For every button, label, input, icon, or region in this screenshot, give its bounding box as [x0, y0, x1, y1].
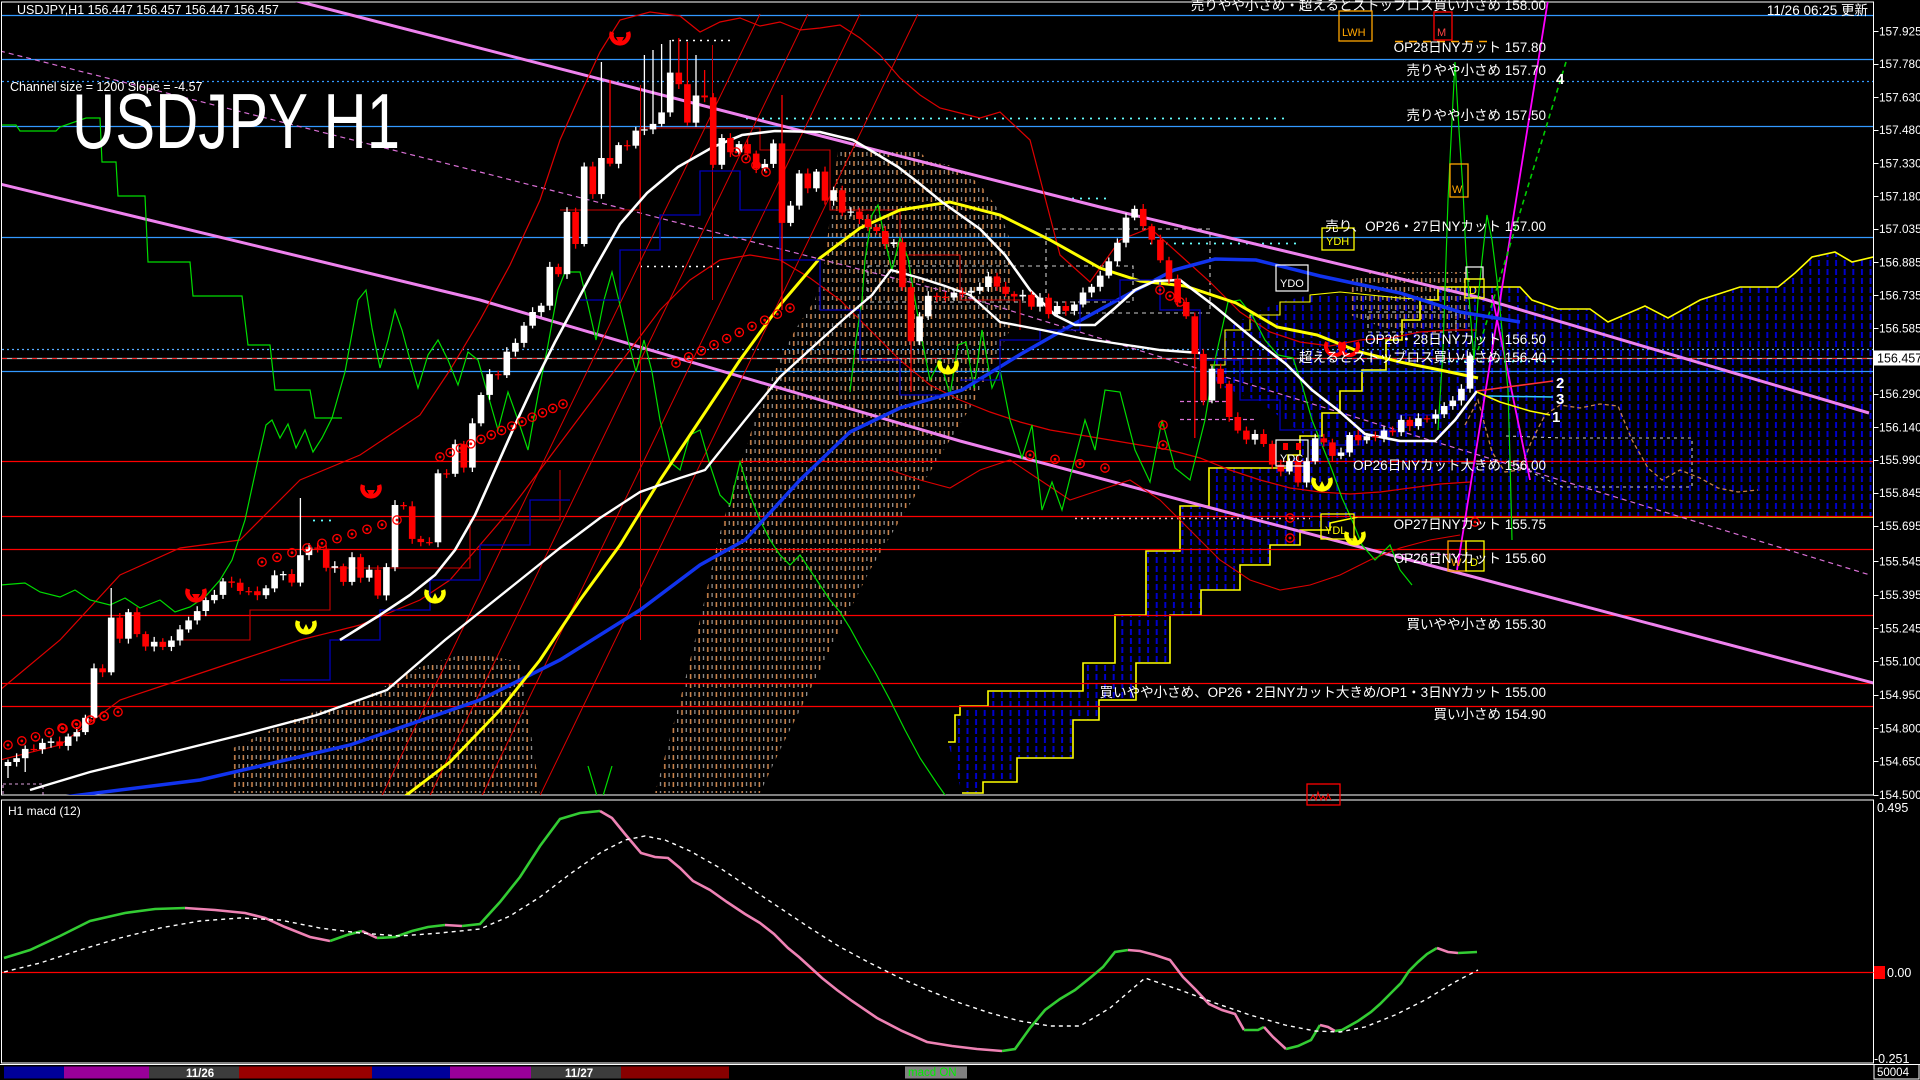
svg-text:買いやや小さめ 155.30: 買いやや小さめ 155.30: [1406, 617, 1546, 632]
svg-text:11/26: 11/26: [186, 1068, 214, 1080]
svg-text:154.950: 154.950: [1879, 688, 1920, 702]
svg-text:156.290: 156.290: [1879, 387, 1920, 401]
svg-text:売りやや小さめ 157.50: 売りやや小さめ 157.50: [1406, 108, 1546, 123]
svg-text:156.140: 156.140: [1879, 421, 1920, 435]
svg-text:H1 macd (12): H1 macd (12): [8, 804, 81, 818]
svg-text:-0.251: -0.251: [1874, 1052, 1909, 1066]
svg-text:0.00: 0.00: [1887, 966, 1911, 980]
svg-text:売りやや小さめ 157.70: 売りやや小さめ 157.70: [1406, 63, 1546, 78]
svg-text:157.925: 157.925: [1879, 25, 1920, 39]
svg-text:3: 3: [1556, 391, 1564, 408]
svg-text:157.630: 157.630: [1879, 91, 1920, 105]
svg-text:YDC: YDC: [1280, 453, 1303, 465]
svg-text:155.990: 155.990: [1879, 453, 1920, 467]
svg-text:2: 2: [1556, 375, 1564, 392]
svg-text:156.457: 156.457: [1877, 352, 1920, 366]
svg-text:D: D: [1469, 285, 1477, 297]
svg-text:157.180: 157.180: [1879, 190, 1920, 204]
svg-text:154.800: 154.800: [1879, 722, 1920, 736]
svg-text:0.495: 0.495: [1877, 801, 1908, 815]
svg-text:1: 1: [1552, 409, 1560, 426]
svg-text:M: M: [1437, 27, 1446, 39]
svg-text:売り、OP26・27日NYカット 157.00: 売り、OP26・27日NYカット 157.00: [1325, 219, 1546, 234]
svg-text:USDJPY H1: USDJPY H1: [72, 77, 400, 165]
svg-text:155.245: 155.245: [1879, 622, 1920, 636]
svg-text:4: 4: [1556, 71, 1565, 88]
svg-text:50004: 50004: [1877, 1067, 1910, 1079]
svg-text:YDL: YDL: [1325, 525, 1346, 537]
svg-text:156.735: 156.735: [1879, 289, 1920, 303]
svg-text:156.585: 156.585: [1879, 322, 1920, 336]
svg-text:売りやや小さめ・超えるとストップロス買い小さめ 158.00: 売りやや小さめ・超えるとストップロス買い小さめ 158.00: [1191, 0, 1546, 13]
svg-text:USDJPY,H1 156.447 156.457 156: USDJPY,H1 156.447 156.457 156.447 156.45…: [17, 3, 279, 17]
svg-text:157.780: 157.780: [1879, 57, 1920, 71]
svg-text:155.545: 155.545: [1879, 555, 1920, 569]
svg-text:超えるとストップロス買い小さめ 156.40: 超えるとストップロス買い小さめ 156.40: [1299, 350, 1546, 365]
svg-text:OP26日NYカット大きめ 156.00: OP26日NYカット大きめ 156.00: [1353, 458, 1546, 473]
svg-text:OP28日NYカット 157.80: OP28日NYカット 157.80: [1394, 40, 1546, 55]
svg-text:買いやや小さめ、OP26・2日NYカット大きめ/OP1・3日: 買いやや小さめ、OP26・2日NYカット大きめ/OP1・3日NYカット 155.…: [1100, 685, 1546, 700]
svg-text:11/26 06:25 更新: 11/26 06:25 更新: [1767, 3, 1868, 18]
svg-text:11/27: 11/27: [565, 1068, 593, 1080]
svg-text:macd ON: macd ON: [908, 1067, 957, 1079]
svg-text:LWH: LWH: [1342, 27, 1366, 39]
svg-text:155.695: 155.695: [1879, 519, 1920, 533]
svg-text:OP26日NYカット 155.60: OP26日NYカット 155.60: [1394, 551, 1546, 566]
svg-text:W: W: [1452, 184, 1463, 196]
svg-text:YDO: YDO: [1280, 278, 1304, 290]
svg-text:買い小さめ 154.90: 買い小さめ 154.90: [1433, 707, 1546, 722]
svg-text:154.650: 154.650: [1879, 755, 1920, 769]
svg-text:OP27日NYカット 155.75: OP27日NYカット 155.75: [1394, 517, 1546, 532]
svg-text:155.395: 155.395: [1879, 588, 1920, 602]
svg-text:156.885: 156.885: [1879, 256, 1920, 270]
svg-text:155.845: 155.845: [1879, 486, 1920, 500]
svg-text:OP26・28日NYカット 156.50: OP26・28日NYカット 156.50: [1365, 332, 1546, 347]
svg-text:YDH: YDH: [1326, 236, 1349, 248]
svg-text:155.100: 155.100: [1879, 655, 1920, 669]
svg-text:157.330: 157.330: [1879, 157, 1920, 171]
svg-text:157.035: 157.035: [1879, 222, 1920, 236]
svg-text:157.480: 157.480: [1879, 123, 1920, 137]
